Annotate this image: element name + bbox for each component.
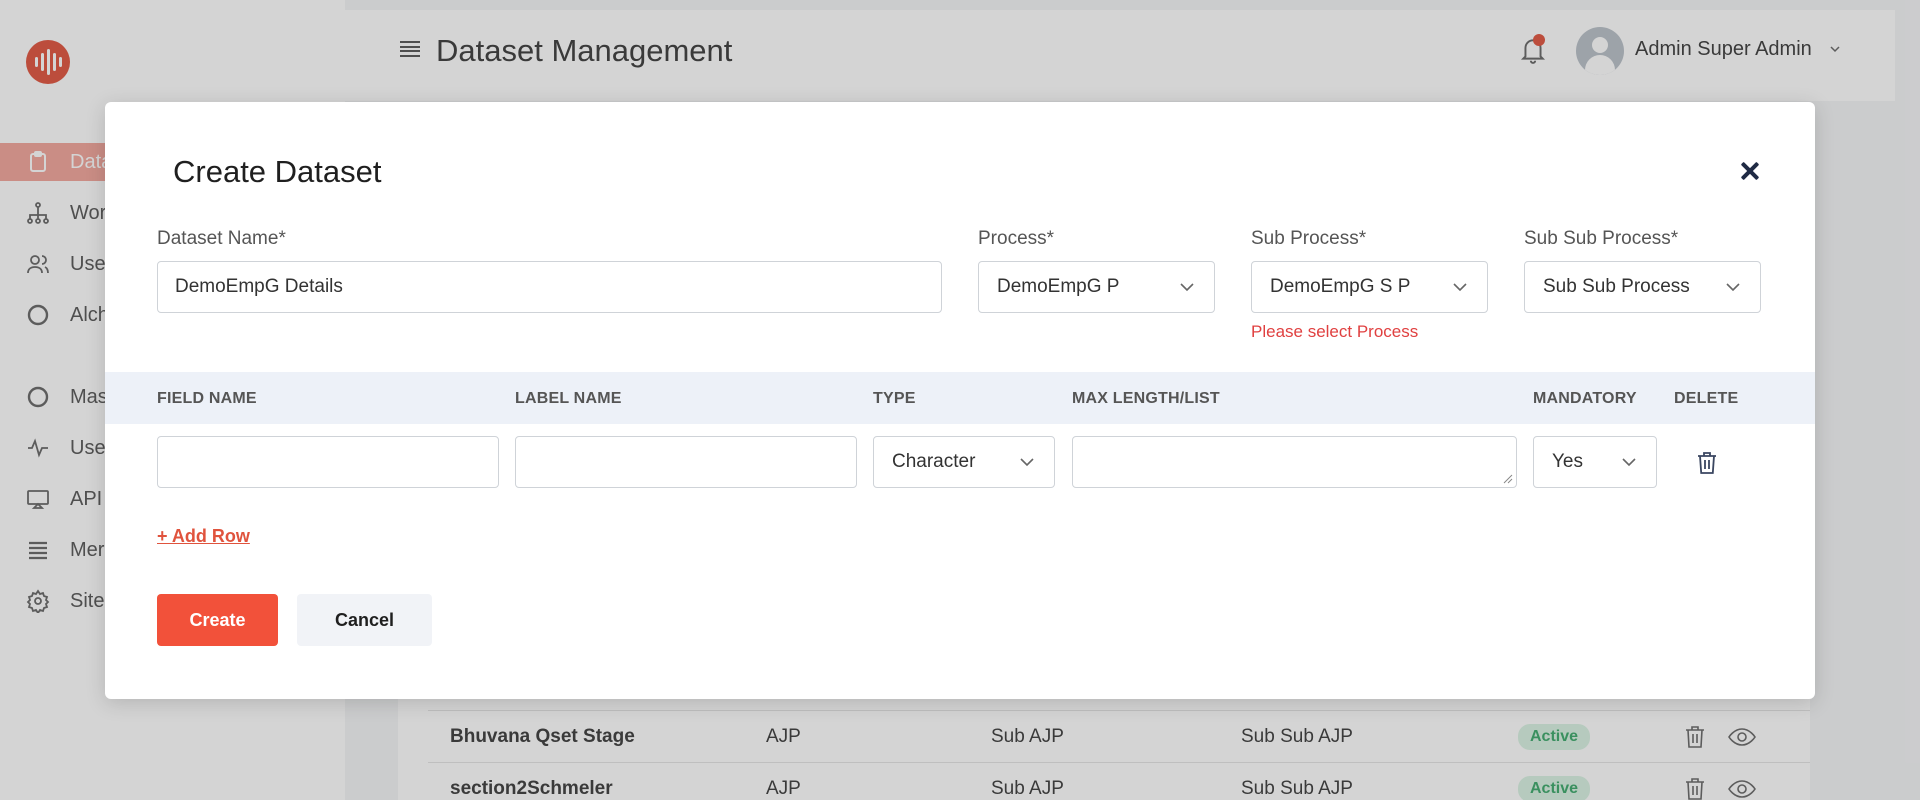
chevron-down-icon: [1622, 458, 1636, 467]
sub-sub-process-label: Sub Sub Process*: [1524, 228, 1679, 249]
dataset-name-label: Dataset Name*: [157, 228, 286, 249]
field-name-input[interactable]: [157, 436, 499, 488]
fields-table-header: FIELD NAME LABEL NAME TYPE MAX LENGTH/LI…: [105, 372, 1815, 424]
sub-sub-process-select[interactable]: Sub Sub Process: [1524, 261, 1761, 313]
mandatory-select[interactable]: Yes: [1533, 436, 1657, 488]
column-header-label-name: LABEL NAME: [515, 390, 622, 407]
column-header-delete: DELETE: [1674, 390, 1739, 407]
sub-process-select-value: DemoEmpG S P: [1270, 276, 1411, 297]
trash-icon[interactable]: [1696, 450, 1718, 476]
process-select[interactable]: DemoEmpG P: [978, 261, 1215, 313]
process-label: Process*: [978, 228, 1055, 249]
create-dataset-modal: Create Dataset Dataset Name* Process* De…: [105, 102, 1815, 699]
add-row-link[interactable]: + Add Row: [157, 526, 250, 547]
resize-handle-icon[interactable]: [1503, 474, 1513, 484]
modal-title: Create Dataset: [173, 154, 382, 189]
chevron-down-icon: [1453, 283, 1467, 292]
process-select-value: DemoEmpG P: [997, 276, 1120, 297]
label-name-input[interactable]: [515, 436, 857, 488]
column-header-type: TYPE: [873, 390, 916, 407]
dataset-name-input[interactable]: [157, 261, 942, 313]
sub-process-select[interactable]: DemoEmpG S P: [1251, 261, 1488, 313]
column-header-mandatory: MANDATORY: [1533, 390, 1637, 407]
sub-process-label: Sub Process*: [1251, 228, 1367, 249]
type-select-value: Character: [892, 451, 976, 472]
column-header-field-name: FIELD NAME: [157, 390, 257, 407]
max-length-textarea[interactable]: [1072, 436, 1517, 488]
chevron-down-icon: [1180, 283, 1194, 292]
sub-sub-process-select-value: Sub Sub Process: [1543, 276, 1690, 297]
sub-process-error: Please select Process: [1251, 322, 1419, 341]
create-button[interactable]: Create: [157, 594, 278, 646]
close-icon[interactable]: [1739, 160, 1761, 182]
mandatory-select-value: Yes: [1552, 451, 1583, 472]
type-select[interactable]: Character: [873, 436, 1055, 488]
chevron-down-icon: [1020, 458, 1034, 467]
chevron-down-icon: [1726, 283, 1740, 292]
cancel-button[interactable]: Cancel: [297, 594, 432, 646]
column-header-max-length: MAX LENGTH/LIST: [1072, 390, 1220, 407]
